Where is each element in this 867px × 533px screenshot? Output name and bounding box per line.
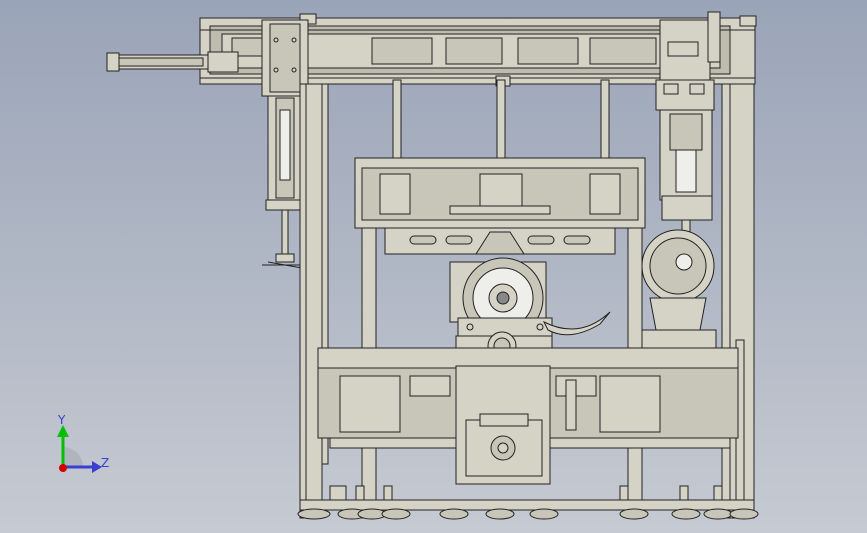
- y-axis-label: Y: [58, 413, 66, 427]
- right-saw-blade[interactable]: [641, 229, 717, 355]
- right-frame-columns[interactable]: [721, 83, 755, 519]
- right-spindle-head[interactable]: [655, 11, 721, 261]
- x-axis-dot: [59, 464, 67, 472]
- z-axis-label: Z: [101, 456, 110, 470]
- middle-crossbeam[interactable]: [354, 157, 646, 255]
- machine-assembly-model[interactable]: [0, 0, 867, 533]
- triad-quarter-disc: [63, 447, 83, 467]
- cad-viewport[interactable]: Y Z: [0, 0, 867, 533]
- left-frame-columns[interactable]: [299, 83, 329, 519]
- guide-rods[interactable]: [392, 79, 610, 163]
- coordinate-triad: [57, 425, 102, 473]
